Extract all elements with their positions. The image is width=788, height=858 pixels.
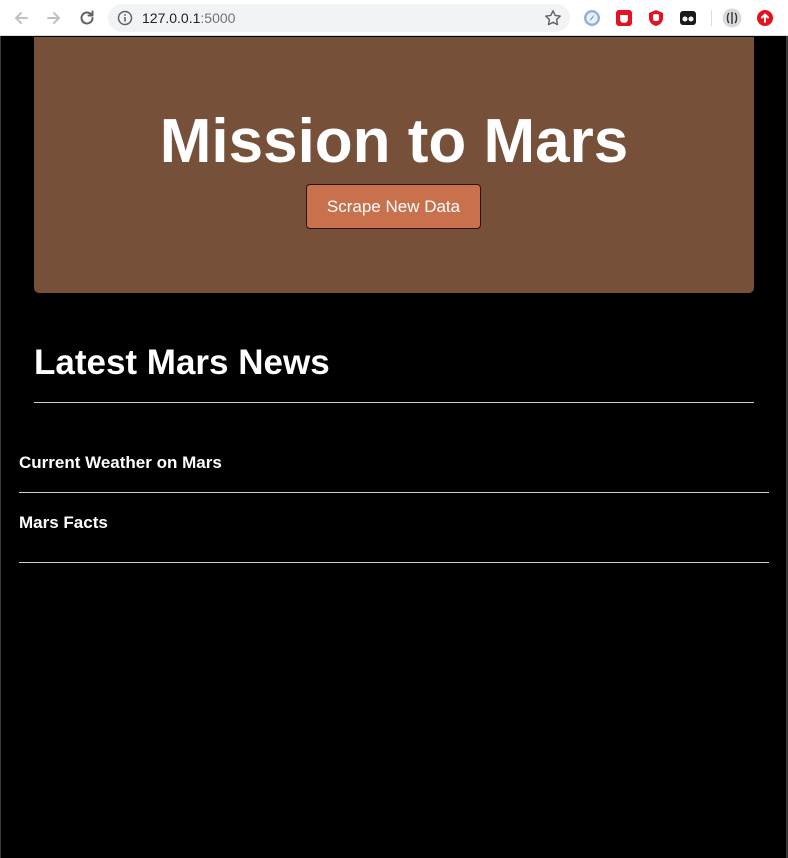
reload-button[interactable] <box>75 6 99 30</box>
compass-extension-icon <box>584 10 600 26</box>
browser-toolbar: 127.0.0.1:5000 <box>0 0 788 36</box>
url-text: 127.0.0.1:5000 <box>142 10 235 26</box>
hand-extension-icon <box>649 10 663 26</box>
extension-hand[interactable] <box>646 8 666 28</box>
forward-button[interactable] <box>42 6 66 30</box>
weather-divider <box>19 492 769 493</box>
arrow-left-icon <box>15 12 28 24</box>
url-port: :5000 <box>200 10 236 26</box>
shield-extension-icon <box>616 10 632 26</box>
toolbar-separator <box>711 10 712 26</box>
page-title: Mission to Mars <box>159 107 629 176</box>
star-icon[interactable] <box>544 9 562 27</box>
url-host: 127.0.0.1 <box>142 10 201 26</box>
news-divider <box>34 402 754 403</box>
latest-news-heading: Latest Mars News <box>34 343 330 382</box>
scrape-new-data-button[interactable]: Scrape New Data <box>306 184 481 229</box>
weather-heading: Current Weather on Mars <box>19 453 222 472</box>
avatar-icon <box>722 8 742 28</box>
arrow-right-icon <box>47 12 60 24</box>
address-bar[interactable]: 127.0.0.1:5000 <box>108 4 570 32</box>
extension-upload[interactable] <box>755 8 775 28</box>
profile-avatar[interactable] <box>722 8 742 28</box>
facts-heading: Mars Facts <box>19 513 108 532</box>
back-button[interactable] <box>9 6 33 30</box>
extension-glasses[interactable] <box>678 8 698 28</box>
reload-icon <box>80 10 94 25</box>
jumbotron-banner: Mission to Mars Scrape New Data <box>34 37 754 293</box>
info-icon[interactable] <box>117 10 133 26</box>
extension-compass[interactable] <box>582 8 602 28</box>
glasses-extension-icon <box>680 11 696 25</box>
facts-divider <box>19 562 769 563</box>
upload-extension-icon <box>757 10 773 26</box>
window-edge-left <box>0 36 1 858</box>
extension-shield-1[interactable] <box>614 8 634 28</box>
